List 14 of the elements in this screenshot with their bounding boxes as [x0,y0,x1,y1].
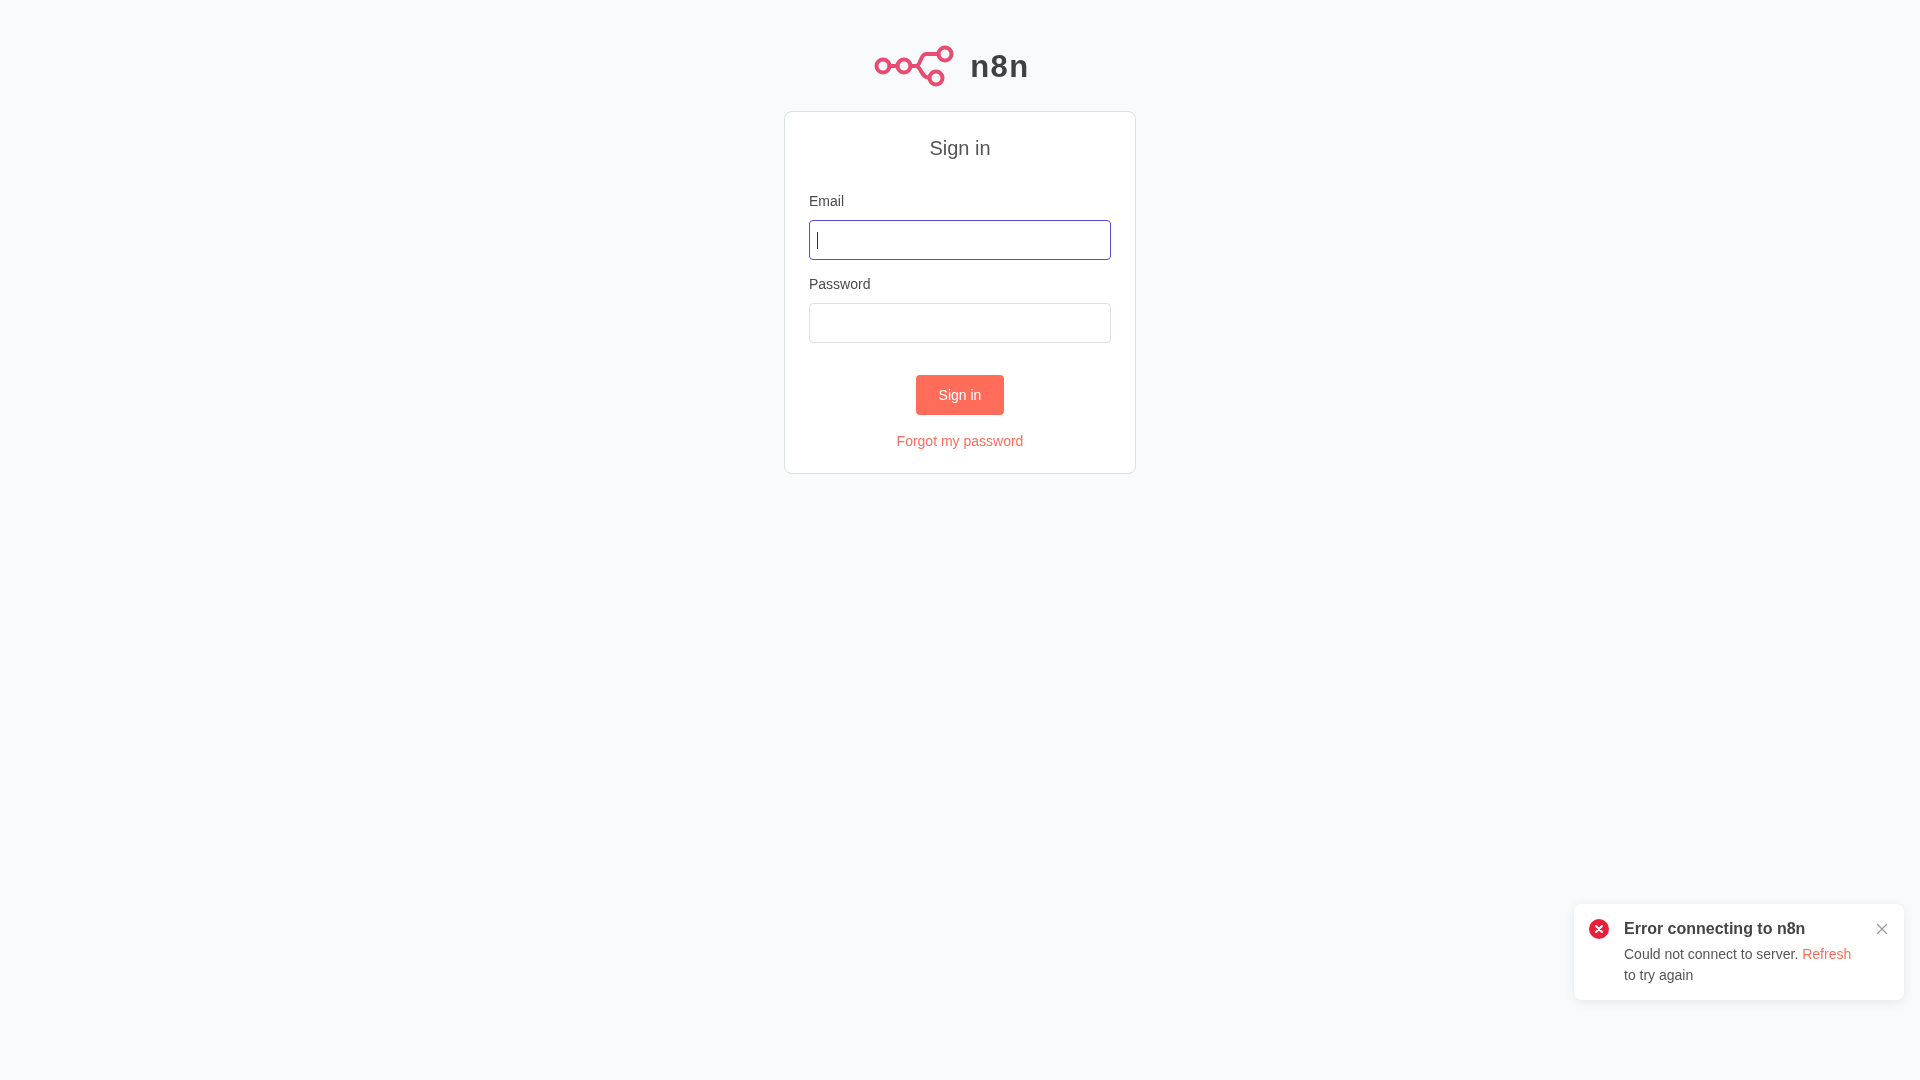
logo-icon [874,45,955,87]
field-label: Email [809,192,845,211]
close-icon [1876,923,1888,935]
forgot-password-link[interactable]: Forgot my password [896,431,1024,451]
text-cursor-icon [817,232,818,249]
sign-in-button[interactable]: Sign in [916,375,1004,415]
toast-title: Error connecting to n8n [1624,919,1807,939]
toast-message: Could not connect to server. Refresh to try again [1624,945,1853,985]
close-button[interactable] [1876,923,1888,935]
card-title: Sign in [928,136,992,160]
logo-wordmark: n8n [970,50,1030,82]
refresh-link[interactable]: Refresh [1802,946,1852,962]
field-label: Password [809,275,872,294]
input-field[interactable] [809,220,1111,260]
